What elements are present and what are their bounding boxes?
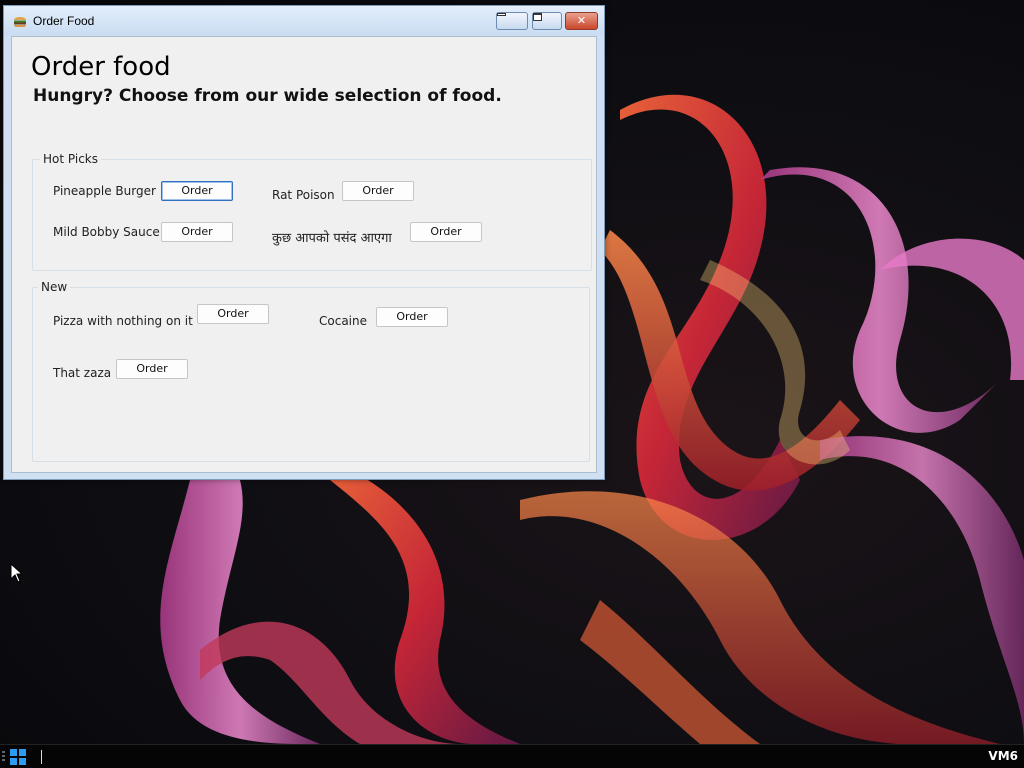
order-button-that-zaza[interactable]: Order xyxy=(116,359,188,379)
page-subtitle: Hungry? Choose from our wide selection o… xyxy=(33,86,502,106)
mouse-pointer-icon xyxy=(10,563,24,583)
maximize-button[interactable] xyxy=(532,12,562,30)
text-cursor xyxy=(41,750,42,764)
order-button-cocaine[interactable]: Order xyxy=(376,307,448,327)
page-title: Order food xyxy=(31,52,171,82)
new-group: New Pizza with nothing on it Order Cocai… xyxy=(32,280,590,462)
item-label-that-zaza: That zaza xyxy=(53,366,112,380)
windows-logo-icon[interactable] xyxy=(9,748,27,766)
item-label-cocaine: Cocaine xyxy=(319,314,367,328)
window-client-area: Order food Hungry? Choose from our wide … xyxy=(11,36,597,473)
item-label-pizza: Pizza with nothing on it xyxy=(53,314,193,328)
minimize-button[interactable] xyxy=(496,12,528,30)
item-label-mild-bobby-sauce: Mild Bobby Sauce xyxy=(53,225,160,239)
title-bar[interactable]: Order Food ✕ xyxy=(4,6,604,36)
new-legend: New xyxy=(38,280,71,294)
order-button-pineapple-burger[interactable]: Order xyxy=(161,181,233,201)
order-button-mild-bobby-sauce[interactable]: Order xyxy=(161,222,233,242)
host-label: VM6 xyxy=(988,749,1018,763)
order-button-rat-poison[interactable]: Order xyxy=(342,181,414,201)
item-label-pineapple-burger: Pineapple Burger xyxy=(53,184,156,198)
maximize-icon xyxy=(533,13,542,21)
hot-picks-legend: Hot Picks xyxy=(40,152,101,166)
taskbar: VM6 xyxy=(0,744,1024,768)
close-button[interactable]: ✕ xyxy=(565,12,598,30)
burger-icon xyxy=(14,17,26,27)
item-label-hindi-special: कुछ आपको पसंद आएगा xyxy=(272,231,392,246)
order-food-window: Order Food ✕ Order food Hungry? Choose f… xyxy=(3,5,605,480)
window-title: Order Food xyxy=(33,14,95,28)
minimize-icon xyxy=(497,13,506,16)
order-button-pizza[interactable]: Order xyxy=(197,304,269,324)
hot-picks-group: Hot Picks Pineapple Burger Order Rat Poi… xyxy=(32,152,592,271)
order-button-hindi-special[interactable]: Order xyxy=(410,222,482,242)
close-icon: ✕ xyxy=(576,14,587,27)
taskbar-grip xyxy=(2,751,5,763)
item-label-rat-poison: Rat Poison xyxy=(272,188,335,202)
